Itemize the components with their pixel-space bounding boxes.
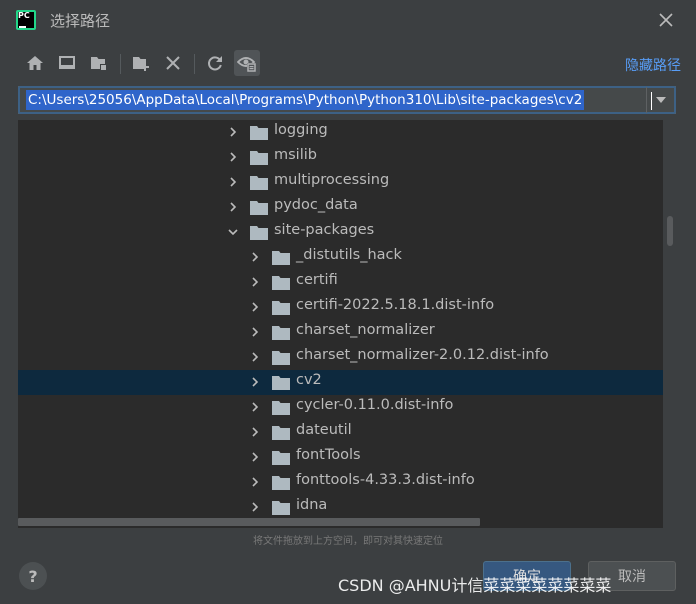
tree-row[interactable]: idna (18, 495, 663, 516)
path-input[interactable]: C:\Users\25056\AppData\Local\Programs\Py… (26, 90, 585, 110)
chevron-right-icon[interactable] (250, 302, 260, 312)
tree-item-label: cv2 (296, 372, 322, 388)
new-folder-icon (133, 57, 149, 71)
chevron-right-icon[interactable] (228, 152, 238, 162)
pycharm-logo-icon: PC (16, 10, 36, 30)
tree-row[interactable]: charset_normalizer (18, 320, 663, 345)
tree-row[interactable]: msilib (18, 145, 663, 170)
chevron-right-icon[interactable] (250, 502, 260, 512)
tree-item-label: logging (274, 122, 328, 138)
folder-icon (250, 176, 268, 190)
path-combobox[interactable]: C:\Users\25056\AppData\Local\Programs\Py… (18, 86, 676, 114)
chevron-right-icon[interactable] (250, 327, 260, 337)
folder-icon (272, 326, 290, 340)
tree-item-label: fonttools-4.33.3.dist-info (296, 472, 475, 488)
new-folder-button[interactable] (128, 50, 154, 76)
tree-row[interactable]: pydoc_data (18, 195, 663, 220)
folder-icon (250, 126, 268, 140)
chevron-right-icon[interactable] (250, 252, 260, 262)
chevron-right-icon[interactable] (250, 352, 260, 362)
show-hidden-files-button[interactable] (234, 50, 260, 76)
chevron-down-icon[interactable] (228, 227, 238, 237)
tree-row[interactable]: site-packages (18, 220, 663, 245)
tree-item-label: certifi-2022.5.18.1.dist-info (296, 297, 495, 313)
chevron-right-icon[interactable] (250, 402, 260, 412)
horizontal-scrollbar-thumb[interactable] (18, 518, 480, 526)
refresh-icon (208, 56, 222, 71)
tree-row[interactable]: _distutils_hack (18, 245, 663, 270)
refresh-button[interactable] (202, 50, 228, 76)
folder-icon (272, 351, 290, 365)
folder-icon (272, 501, 290, 515)
tree-row[interactable]: dateutil (18, 420, 663, 445)
chevron-right-icon[interactable] (250, 477, 260, 487)
chevron-right-icon[interactable] (250, 452, 260, 462)
horizontal-scrollbar[interactable] (18, 516, 663, 528)
tree-row[interactable]: fonttools-4.33.3.dist-info (18, 470, 663, 495)
folder-icon (272, 376, 290, 390)
tree-row[interactable]: certifi (18, 270, 663, 295)
tree-row[interactable]: certifi-2022.5.18.1.dist-info (18, 295, 663, 320)
tree-item-label: _distutils_hack (296, 247, 402, 263)
folder-icon (250, 201, 268, 215)
path-history-dropdown[interactable] (646, 87, 675, 113)
folder-icon (272, 301, 290, 315)
folder-icon (250, 226, 268, 240)
vertical-scrollbar-thumb[interactable] (667, 216, 673, 246)
tree-item-label: dateutil (296, 422, 352, 438)
chevron-right-icon[interactable] (228, 202, 238, 212)
chevron-right-icon[interactable] (228, 127, 238, 137)
file-tree[interactable]: logging msilib multiprocessing pydoc_datasi… (18, 120, 663, 516)
home-button[interactable] (22, 50, 48, 76)
folder-icon (272, 401, 290, 415)
folder-icon (272, 426, 290, 440)
tree-row[interactable]: multiprocessing (18, 170, 663, 195)
watermark: CSDN @AHNU计信菜菜菜菜菜菜菜菜 (338, 576, 612, 595)
home-icon (27, 56, 43, 70)
chevron-right-icon[interactable] (228, 177, 238, 187)
close-icon (659, 13, 673, 27)
tree-item-label: cycler-0.11.0.dist-info (296, 397, 454, 413)
tree-row[interactable]: cv2 (18, 370, 663, 395)
chevron-down-icon (656, 97, 666, 103)
tree-item-label: msilib (274, 147, 317, 163)
tree-item-label: multiprocessing (274, 172, 390, 188)
tree-row[interactable]: fontTools (18, 445, 663, 470)
tree-item-label: certifi (296, 272, 338, 288)
delete-button[interactable] (160, 50, 186, 76)
tree-item-label: idna (296, 497, 328, 513)
folder-icon (272, 476, 290, 490)
desktop-icon (59, 56, 75, 69)
chevron-right-icon[interactable] (250, 427, 260, 437)
tree-item-label: charset_normalizer (296, 322, 435, 338)
drag-drop-hint: 将文件拖放到上方空间，即可对其快速定位 (253, 536, 443, 547)
folder-icon (272, 276, 290, 290)
tree-item-label: site-packages (274, 222, 375, 238)
tree-item-label: fontTools (296, 447, 361, 463)
desktop-button[interactable] (54, 50, 80, 76)
delete-icon (166, 56, 180, 70)
dialog-title: 选择路径 (50, 12, 111, 30)
project-icon (91, 57, 107, 71)
toolbar (18, 50, 678, 78)
help-button[interactable]: ? (19, 562, 47, 590)
vertical-scrollbar[interactable] (663, 120, 678, 516)
show-hidden-icon (237, 57, 256, 72)
tree-item-label: charset_normalizer-2.0.12.dist-info (296, 347, 549, 363)
folder-icon (272, 251, 290, 265)
hide-path-link[interactable]: 隐藏路径 (625, 55, 681, 75)
tree-row[interactable]: cycler-0.11.0.dist-info (18, 395, 663, 420)
project-button[interactable] (86, 50, 112, 76)
tree-item-label: pydoc_data (274, 197, 358, 213)
title-bar: PC 选择路径 (0, 0, 696, 40)
chevron-right-icon[interactable] (250, 377, 260, 387)
folder-icon (250, 151, 268, 165)
close-button[interactable] (656, 10, 676, 30)
chevron-right-icon[interactable] (250, 277, 260, 287)
folder-icon (272, 451, 290, 465)
tree-row[interactable]: logging (18, 120, 663, 145)
tree-row[interactable]: charset_normalizer-2.0.12.dist-info (18, 345, 663, 370)
